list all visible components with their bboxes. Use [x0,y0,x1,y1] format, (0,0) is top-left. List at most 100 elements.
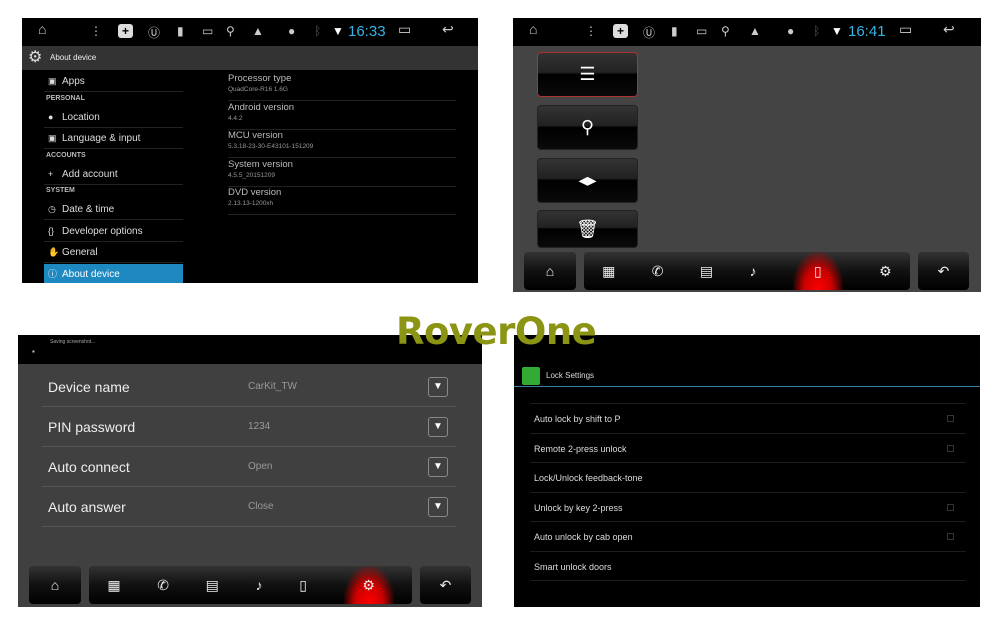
warning-icon: ▲ [252,24,264,38]
screenshot-icon: ▭ [696,24,708,38]
call-log-icon[interactable]: ✆ [652,263,664,280]
lock-setting-label: Lock/Unlock feedback-tone [534,473,643,483]
location-icon: ● [48,111,54,122]
sidebar-item-label: General [62,247,98,258]
info-row: Processor type QuadCore-R16 1.6G [228,73,456,101]
braces-icon: {} [48,225,55,236]
settings-icon[interactable]: ⚙ [343,566,394,604]
lock-settings-screen: Lock Settings Auto lock by shift to P Rem… [514,335,980,607]
info-row: DVD version 2.13.13-1200xh [228,187,456,215]
sidebar-item[interactable]: ● Location [44,107,183,128]
bluetooth-icon: ᛒ [813,24,821,38]
add-icon[interactable]: + [118,24,134,38]
back-icon[interactable]: ↩ [943,21,955,38]
back-button[interactable]: ↶ [918,252,969,290]
recent-apps-icon[interactable]: ▭ [899,21,912,38]
lock-setting-item[interactable]: Unlock by key 2-press [530,491,966,522]
home-button[interactable]: ⌂ [29,566,81,604]
checkbox[interactable] [947,444,954,452]
lock-setting-label: Unlock by key 2-press [534,502,623,513]
setting-row[interactable]: PIN password 1234 ▼ [42,407,456,447]
sidebar-item[interactable]: ▣ Language & input [44,128,183,149]
lock-setting-item[interactable]: Remote 2-press unlock [530,432,966,463]
info-label: DVD version [228,187,282,198]
menu-icon[interactable]: ⋮ [90,24,102,38]
dropdown-arrow-icon[interactable]: ▼ [428,457,448,477]
lock-setting-item[interactable]: Auto unlock by cab open [530,521,966,551]
list-button[interactable]: ☰ [537,52,638,97]
title-divider [514,386,980,387]
checkbox[interactable] [947,415,954,422]
sidebar-item[interactable]: {} Developer options [44,221,183,242]
sidebar-item[interactable]: ▣ Apps [44,71,183,92]
lock-setting-item[interactable]: Smart unlock doors [530,550,966,581]
lock-setting-label: Auto lock by shift to P [534,414,621,424]
page-title: Lock Settings [546,371,595,381]
settings-icon[interactable]: ⚙ [879,263,892,280]
status-bar: ⌂ ⋮ + Ⓤ ▮ ▭ ⚲ ▲ ● ᛒ ▼ 16:33 ▭ ↩ [22,18,478,46]
back-button[interactable]: ↶ [420,566,471,604]
back-icon[interactable]: ↩ [442,21,454,38]
search-button[interactable]: ⚲ [537,105,638,150]
search-icon: ⚲ [226,24,235,38]
lock-setting-item[interactable]: Auto lock by shift to P [530,403,966,433]
connect-icon: ◂▸ [578,170,597,190]
setting-value: Close [248,501,274,512]
contacts-icon[interactable]: ▤ [206,577,219,594]
delete-button[interactable]: 🗑 [537,210,638,248]
sd-card-icon: ▮ [177,24,184,38]
trash-icon: 🗑 [576,219,599,239]
home-button[interactable]: ⌂ [524,252,576,290]
recent-apps-icon[interactable]: ▭ [398,21,411,38]
back-icon: ↶ [439,576,452,593]
info-row: Android version 4.4.2 [228,102,456,130]
home-icon: ⌂ [50,577,60,593]
lock-setting-item[interactable]: Lock/Unlock feedback-tone [530,462,966,492]
checkbox[interactable] [947,503,954,511]
sidebar-item[interactable]: ✋ General [44,242,183,263]
info-value: QuadCore-R16 1.6G [228,86,288,93]
bluetooth-phone-icon[interactable]: ▯ [299,577,307,594]
sd-card-icon: ▮ [671,24,678,38]
sidebar-item[interactable]: ⓘ About device [44,263,183,283]
call-log-icon[interactable]: ✆ [157,577,169,594]
connect-button[interactable]: ◂▸ [537,158,638,203]
sidebar-item-label: Apps [62,76,85,87]
add-icon[interactable]: + [613,24,629,38]
setting-row[interactable]: Auto connect Open ▼ [42,447,456,487]
setting-row[interactable]: Device name CarKit_TW ▼ [42,367,456,407]
dropdown-arrow-icon[interactable]: ▼ [428,497,448,517]
dropdown-arrow-icon[interactable]: ▼ [428,377,448,397]
title-bar: Lock Settings [522,367,594,385]
sidebar-item[interactable]: ◷ Date & time [44,199,183,220]
info-label: Processor type [228,73,292,84]
setting-row[interactable]: Auto answer Close ▼ [42,487,456,527]
home-icon[interactable]: ⌂ [38,21,46,37]
gear-icon: ⚙ [28,49,43,66]
lock-setting-label: Auto unlock by cab open [534,532,633,542]
menu-icon[interactable]: ⋮ [585,24,597,38]
dialpad-icon[interactable]: ▦ [107,577,120,594]
list-item-partial[interactable] [530,580,966,607]
dialpad-icon[interactable]: ▦ [602,263,615,280]
screenshot-icon: ▭ [202,24,214,38]
contacts-icon[interactable]: ▤ [700,263,713,280]
bluetooth-icon: ᛒ [314,24,322,38]
home-icon[interactable]: ⌂ [529,21,537,37]
status-bar: ⌂ ⋮ + Ⓤ ▮ ▭ ⚲ ▲ ● ᛒ ▼ 16:41 ▭ ↩ [513,18,981,46]
back-icon: ↶ [937,262,950,279]
sidebar-item-label: Location [62,111,100,123]
music-icon[interactable]: ♪ [749,263,756,279]
clock-time: 16:41 [848,23,886,40]
info-icon: ⓘ [48,268,58,279]
setting-value: 1234 [248,421,271,432]
checkbox[interactable] [947,533,954,540]
setting-label: Auto connect [48,459,130,475]
bluetooth-phone-icon[interactable]: ▯ [792,252,843,290]
lock-setting-label: Remote 2-press unlock [534,443,627,454]
info-label: Android version [228,101,295,113]
music-icon[interactable]: ♪ [256,577,263,593]
setting-label: Device name [48,379,130,395]
dropdown-arrow-icon[interactable]: ▼ [428,417,448,437]
sidebar-item[interactable]: + Add account [44,164,183,185]
